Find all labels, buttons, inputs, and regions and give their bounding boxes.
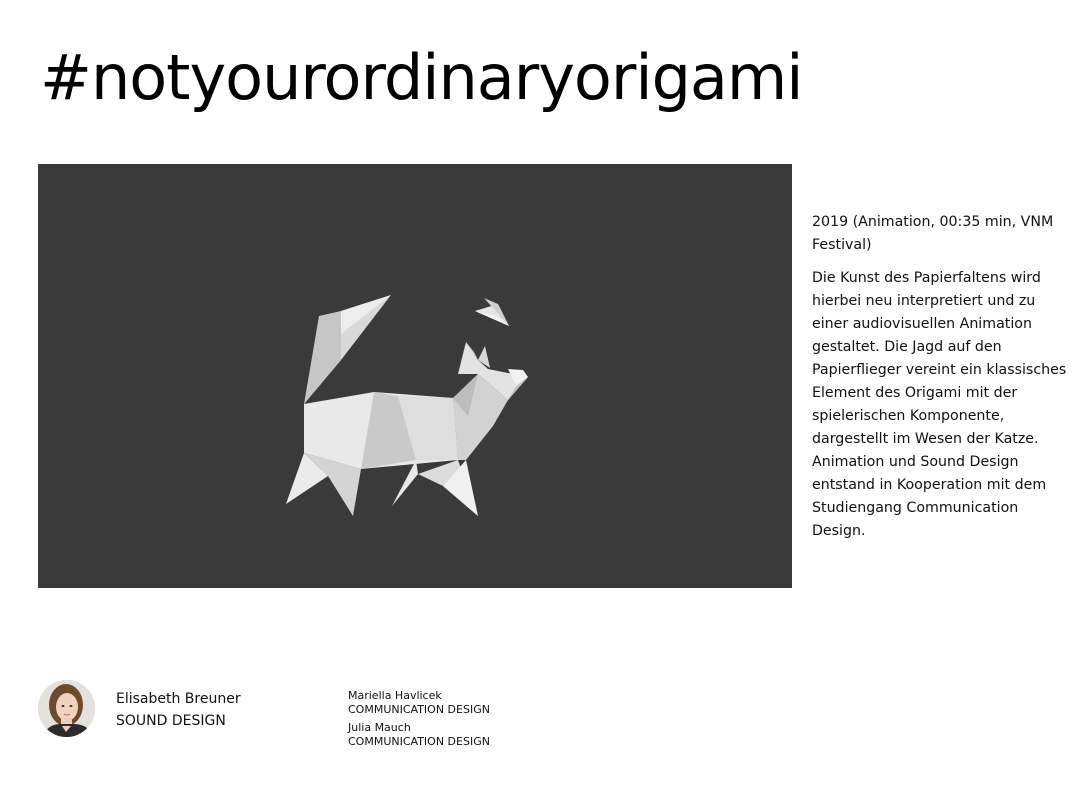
credit-role: COMMUNICATION DESIGN [348, 735, 490, 748]
credit-role: COMMUNICATION DESIGN [348, 703, 490, 716]
credit-others: Mariella Havlicek COMMUNICATION DESIGN J… [348, 689, 490, 753]
portrait-icon [38, 680, 95, 737]
credit-name: Mariella Havlicek [348, 689, 442, 702]
project-meta: 2019 (Animation, 00:35 min, VNM Festival… [812, 214, 1054, 253]
project-page: #notyourordinaryorigami 2019 (Animation,… [0, 0, 1080, 800]
credit-name: Elisabeth Breuner [116, 691, 241, 707]
origami-cat-icon [286, 295, 528, 516]
page-title: #notyourordinaryorigami [40, 41, 804, 114]
credit-name: Julia Mauch [348, 721, 411, 734]
project-text: Die Kunst des Papierfaltens wird hierbei… [812, 270, 1067, 539]
credit-role: SOUND DESIGN [116, 713, 226, 729]
credit-entry: Julia Mauch COMMUNICATION DESIGN [348, 721, 490, 749]
animation-player[interactable] [38, 164, 792, 588]
paper-plane-icon [475, 298, 509, 326]
credit-entry: Mariella Havlicek COMMUNICATION DESIGN [348, 689, 490, 717]
avatar [38, 680, 95, 737]
credits: Elisabeth Breuner SOUND DESIGN Mariella … [38, 678, 1038, 758]
credit-main: Elisabeth Breuner SOUND DESIGN [116, 688, 241, 732]
origami-cat-illustration [286, 295, 528, 516]
project-description: 2019 (Animation, 00:35 min, VNM Festival… [812, 211, 1074, 553]
